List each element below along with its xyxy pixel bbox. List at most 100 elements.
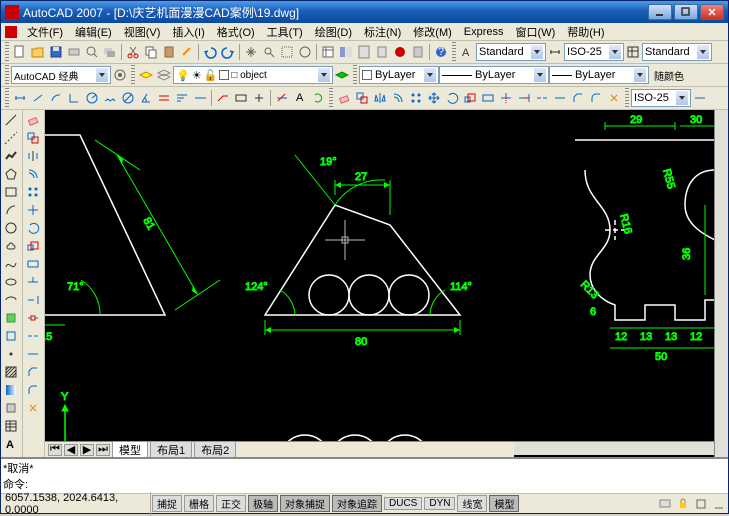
chamfer-icon[interactable] <box>569 89 587 107</box>
dimangular-icon[interactable] <box>137 89 155 107</box>
arc-icon[interactable] <box>2 201 20 219</box>
toolbar-handle[interactable] <box>5 65 9 85</box>
dimstyle-combo2[interactable]: ISO-25 <box>631 89 691 107</box>
menu-edit[interactable]: 编辑(E) <box>69 23 118 41</box>
explode2-icon[interactable] <box>24 399 42 417</box>
publish-icon[interactable] <box>101 43 119 61</box>
leader-icon[interactable] <box>214 89 232 107</box>
rectangle-icon[interactable] <box>2 183 20 201</box>
tab-first-button[interactable]: ⏮ <box>48 444 62 456</box>
menu-file[interactable]: 文件(F) <box>21 23 69 41</box>
zoom-window-icon[interactable] <box>278 43 296 61</box>
cut-icon[interactable] <box>124 43 142 61</box>
dimbaseline-icon[interactable] <box>173 89 191 107</box>
table-icon[interactable] <box>2 417 20 435</box>
textstyle-icon[interactable]: A <box>458 43 476 61</box>
tab-layout1[interactable]: 布局1 <box>150 441 192 458</box>
ellipse-icon[interactable] <box>2 273 20 291</box>
layer-prev-icon[interactable] <box>333 66 351 84</box>
properties-icon[interactable] <box>319 43 337 61</box>
toolbar-handle[interactable] <box>625 88 629 108</box>
menu-tools[interactable]: 工具(T) <box>261 23 309 41</box>
redo-icon[interactable] <box>219 43 237 61</box>
minimize-button[interactable] <box>648 4 672 20</box>
layer-filter-icon[interactable] <box>155 66 173 84</box>
toolbar-handle[interactable] <box>131 65 135 85</box>
dimradius-icon[interactable] <box>83 89 101 107</box>
tablestyle-icon[interactable] <box>624 43 642 61</box>
open-icon[interactable] <box>29 43 47 61</box>
dimstyle-mgr-icon[interactable] <box>691 89 709 107</box>
dimupdate-icon[interactable] <box>309 89 327 107</box>
lock-status-icon[interactable] <box>674 495 692 513</box>
dyn-toggle[interactable]: DYN <box>424 497 455 510</box>
sheetset-icon[interactable] <box>373 43 391 61</box>
dimordinate-icon[interactable] <box>65 89 83 107</box>
dimedit-icon[interactable] <box>273 89 291 107</box>
close-button[interactable] <box>700 4 724 20</box>
workspace-combo[interactable]: AutoCAD 经典 <box>11 66 111 84</box>
model-canvas[interactable]: 81 71° 2.5 <box>45 110 714 441</box>
toolbar-handle[interactable] <box>329 88 333 108</box>
titlebar[interactable]: AutoCAD 2007 - [D:\庆艺机面漫漫CAD案例\19.dwg] <box>1 1 728 23</box>
tablestyle-combo[interactable]: Standard <box>642 43 712 61</box>
comm-icon[interactable] <box>656 495 674 513</box>
layer-props-icon[interactable] <box>137 66 155 84</box>
tab-last-button[interactable]: ⏭ <box>96 444 110 456</box>
ducs-toggle[interactable]: DUCS <box>384 497 422 510</box>
textstyle-combo[interactable]: Standard <box>476 43 546 61</box>
save-icon[interactable] <box>47 43 65 61</box>
match-icon[interactable] <box>178 43 196 61</box>
dimcontinue-icon[interactable] <box>191 89 209 107</box>
mirror2-icon[interactable] <box>24 147 42 165</box>
preview-icon[interactable] <box>83 43 101 61</box>
layer-combo[interactable]: 💡 ☀ 🔓 □ object <box>173 66 333 84</box>
calc-icon[interactable] <box>409 43 427 61</box>
join2-icon[interactable] <box>24 345 42 363</box>
offset-icon[interactable] <box>389 89 407 107</box>
tab-next-button[interactable]: ▶ <box>80 444 94 456</box>
toolbar-handle[interactable] <box>5 42 9 62</box>
hatch-icon[interactable] <box>2 363 20 381</box>
v-scrollbar[interactable] <box>714 110 728 457</box>
mtext-icon[interactable]: A <box>2 435 20 453</box>
menu-window[interactable]: 窗口(W) <box>510 23 562 41</box>
polar-toggle[interactable]: 极轴 <box>248 495 278 512</box>
region-icon[interactable] <box>2 399 20 417</box>
stretch2-icon[interactable] <box>24 255 42 273</box>
new-icon[interactable] <box>11 43 29 61</box>
erase2-icon[interactable] <box>24 111 42 129</box>
linetype-combo[interactable]: ByLayer <box>439 66 549 84</box>
snap-toggle[interactable]: 捕捉 <box>152 495 182 512</box>
trim2-icon[interactable] <box>24 273 42 291</box>
rotate-icon[interactable] <box>443 89 461 107</box>
dimaligned-icon[interactable] <box>29 89 47 107</box>
dimstyle-combo[interactable]: ISO-25 <box>564 43 624 61</box>
zoom-realtime-icon[interactable] <box>260 43 278 61</box>
rotate2-icon[interactable] <box>24 219 42 237</box>
mirror-icon[interactable] <box>371 89 389 107</box>
offset2-icon[interactable] <box>24 165 42 183</box>
clean-icon[interactable] <box>710 495 728 513</box>
quickdim-icon[interactable] <box>155 89 173 107</box>
menu-insert[interactable]: 插入(I) <box>166 23 210 41</box>
gradient-icon[interactable] <box>2 381 20 399</box>
pan-icon[interactable] <box>242 43 260 61</box>
array-icon[interactable] <box>407 89 425 107</box>
copy2-icon[interactable] <box>353 89 371 107</box>
lineweight-combo[interactable]: ByLayer <box>549 66 649 84</box>
command-window[interactable]: *取消* 命令: <box>1 457 728 493</box>
insert-icon[interactable] <box>2 309 20 327</box>
polygon-icon[interactable] <box>2 165 20 183</box>
circle-icon[interactable] <box>2 219 20 237</box>
explode-icon[interactable] <box>605 89 623 107</box>
join-icon[interactable] <box>551 89 569 107</box>
extend2-icon[interactable] <box>24 291 42 309</box>
stretch-icon[interactable] <box>479 89 497 107</box>
menu-draw[interactable]: 绘图(D) <box>309 23 358 41</box>
menu-help[interactable]: 帮助(H) <box>561 23 610 41</box>
toolbar-handle[interactable] <box>452 42 456 62</box>
plotstyle-button[interactable]: 随颜色 <box>649 66 689 84</box>
block-icon[interactable] <box>2 327 20 345</box>
menu-format[interactable]: 格式(O) <box>211 23 261 41</box>
